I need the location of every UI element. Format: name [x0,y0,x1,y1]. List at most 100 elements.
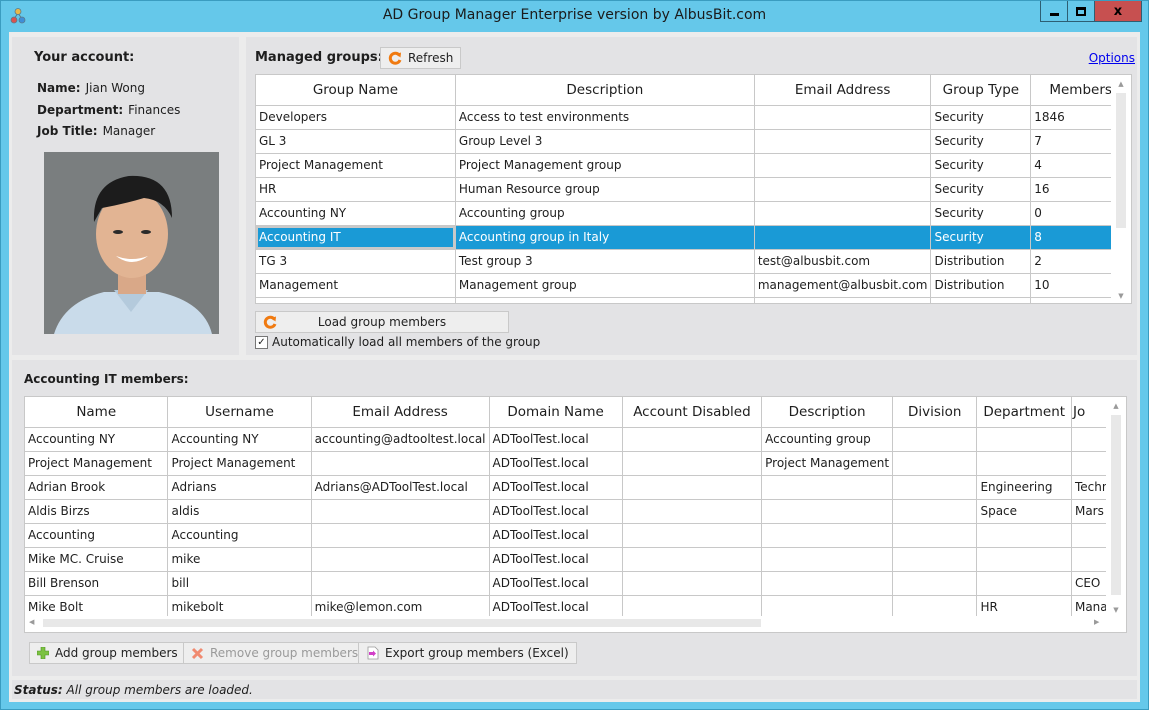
member-cell[interactable]: Adrians@ADToolTest.local [311,475,490,500]
member-cell[interactable] [976,451,1072,476]
options-link[interactable]: Options [1089,51,1135,65]
export-group-members-button[interactable]: Export group members (Excel) [358,642,577,664]
member-cell[interactable] [311,523,490,548]
group-cell[interactable]: Test group 3 [455,249,755,274]
member-cell[interactable]: ADToolTest.local [489,571,623,596]
group-cell[interactable]: HR [256,177,456,202]
member-cell[interactable]: bill [167,571,312,596]
member-cell[interactable] [761,547,894,572]
group-cell[interactable]: Group Level 3 [455,129,755,154]
members-table[interactable]: Name Username Email Address Domain Name Acco… [24,396,1127,633]
member-cell[interactable]: Accounting [25,523,169,548]
members-vertical-scrollbar[interactable]: ▲ ▼ [1106,397,1126,617]
scroll-left-icon[interactable]: ◀ [29,618,39,626]
member-cell[interactable] [622,523,763,548]
member-cell[interactable] [311,499,490,524]
group-cell[interactable]: Security [930,225,1032,250]
member-cell[interactable]: ADToolTest.local [489,427,623,452]
member-cell[interactable] [311,571,490,596]
member-cell[interactable] [892,427,978,452]
member-cell[interactable] [311,451,490,476]
column-header-domain-name[interactable]: Domain Name [489,397,623,428]
member-cell[interactable] [622,499,763,524]
member-cell[interactable]: Aldis Birzs [25,499,169,524]
member-cell[interactable]: Mike MC. Cruise [25,547,169,572]
minimize-button[interactable] [1041,1,1068,21]
group-cell[interactable]: Management group [455,273,755,298]
groups-vertical-scrollbar[interactable]: ▲ ▼ [1111,75,1131,303]
group-row[interactable]: Management Management group management@alb… [256,273,1131,298]
member-cell[interactable]: Accounting [167,523,312,548]
member-row[interactable]: Bill Brenson bill ADToolTest.local CEO [25,571,1126,596]
group-row[interactable]: TG 3 Test group 3 test@albusbit.com Distrib… [256,249,1131,274]
scroll-right-icon[interactable]: ▶ [1094,618,1104,626]
column-header-group-name[interactable]: Group Name [256,75,456,106]
title-bar[interactable]: AD Group Manager Enterprise version by A… [1,1,1148,31]
scroll-up-icon[interactable]: ▲ [1111,401,1121,411]
column-header-name[interactable]: Name [25,397,169,428]
member-cell[interactable] [892,499,978,524]
auto-load-checkbox[interactable]: ✓ [255,335,268,349]
member-row[interactable]: Adrian Brook Adrians Adrians@ADToolTest.lo… [25,475,1126,500]
scrollbar-thumb[interactable] [43,619,761,627]
member-cell[interactable]: Accounting NY [167,427,312,452]
group-cell[interactable]: Security [930,129,1032,154]
close-button[interactable]: x [1095,1,1141,21]
group-cell[interactable]: Distribution [930,273,1032,298]
member-cell[interactable]: ADToolTest.local [489,523,623,548]
column-header-division[interactable]: Division [892,397,978,428]
member-cell[interactable] [892,523,978,548]
member-cell[interactable] [892,451,978,476]
group-cell[interactable]: Access to test environments [455,105,755,130]
member-cell[interactable]: ADToolTest.local [489,499,623,524]
member-cell[interactable] [976,523,1072,548]
member-cell[interactable] [892,475,978,500]
member-cell[interactable] [622,475,763,500]
column-header-username[interactable]: Username [167,397,312,428]
group-cell[interactable]: GL 3 [256,129,456,154]
member-cell[interactable] [761,499,894,524]
column-header-account-disabled[interactable]: Account Disabled [622,397,763,428]
group-cell[interactable] [256,297,456,303]
member-row[interactable]: Aldis Birzs aldis ADToolTest.local Space Mar… [25,499,1126,524]
group-row[interactable]: HR Human Resource group Security 16 [256,177,1131,202]
member-cell[interactable]: ADToolTest.local [489,475,623,500]
member-cell[interactable] [622,547,763,572]
add-group-members-button[interactable]: Add group members [29,642,186,664]
group-cell[interactable] [754,225,932,250]
member-cell[interactable] [976,571,1072,596]
group-row[interactable]: Accounting NY Accounting group Security 0 [256,201,1131,226]
group-cell[interactable]: Accounting group in Italy [455,225,755,250]
member-cell[interactable]: ADToolTest.local [489,547,623,572]
auto-load-checkbox-row[interactable]: ✓ Automatically load all members of the … [255,335,540,349]
group-cell[interactable]: Security [930,153,1032,178]
groups-table[interactable]: Group Name Description Email Address Gro… [255,74,1132,304]
scrollbar-thumb[interactable] [1116,93,1126,228]
group-cell[interactable]: Distribution [930,249,1032,274]
member-cell[interactable]: mike [167,547,312,572]
member-cell[interactable] [622,451,763,476]
column-header-description[interactable]: Description [455,75,755,106]
maximize-button[interactable] [1068,1,1095,21]
column-header-department[interactable]: Department [976,397,1072,428]
member-row[interactable]: Mike MC. Cruise mike ADToolTest.local [25,547,1126,572]
group-cell[interactable] [455,297,755,303]
members-horizontal-scrollbar[interactable]: ◀ ▶ [25,616,1126,632]
member-cell[interactable]: accounting@adtooltest.local [311,427,490,452]
member-cell[interactable]: Bill Brenson [25,571,169,596]
member-cell[interactable]: ADToolTest.local [489,451,623,476]
member-cell[interactable]: Adrian Brook [25,475,169,500]
refresh-button[interactable]: Refresh [380,47,462,69]
member-row[interactable]: Accounting NY Accounting NY accounting@adt… [25,427,1126,452]
remove-group-members-button[interactable]: Remove group members [183,642,367,664]
group-cell[interactable]: test@albusbit.com [754,249,932,274]
group-cell[interactable]: Project Management [256,153,456,178]
member-cell[interactable] [622,427,763,452]
group-cell[interactable] [754,129,932,154]
member-cell[interactable] [622,571,763,596]
group-row[interactable]: Developers Access to test environments Sec… [256,105,1131,130]
member-cell[interactable] [761,523,894,548]
group-cell[interactable] [754,177,932,202]
member-cell[interactable] [761,571,894,596]
group-cell[interactable]: Security [930,201,1032,226]
